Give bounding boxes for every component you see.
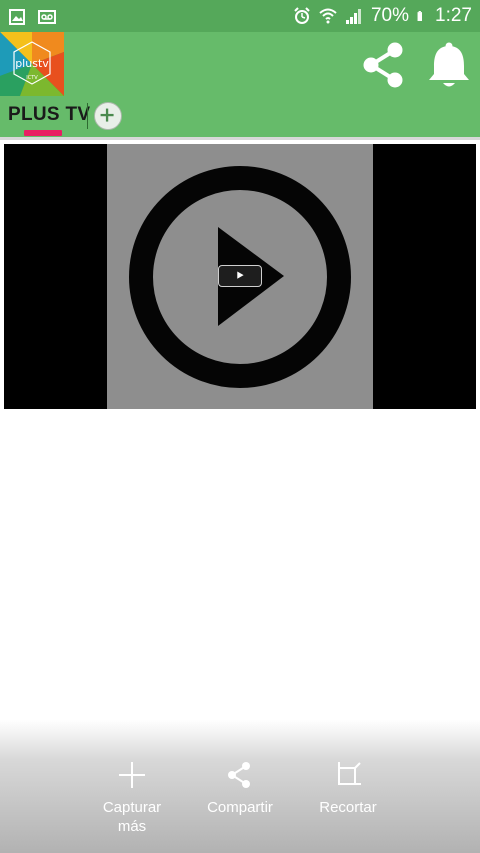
active-tab-indicator — [24, 130, 62, 136]
share-label: Compartir — [207, 799, 273, 816]
share-icon — [228, 762, 250, 788]
voicemail-icon — [38, 10, 56, 24]
crop-button[interactable]: Recortar — [312, 760, 384, 817]
gallery-icon — [9, 9, 25, 25]
plus-icon — [100, 108, 114, 122]
battery-icon — [417, 11, 423, 21]
plustv-logo[interactable]: plustv ICTV — [0, 32, 64, 96]
tab-separator — [87, 103, 88, 129]
plus-icon — [119, 762, 145, 788]
video-player[interactable] — [4, 144, 476, 409]
svg-text:ICTV: ICTV — [26, 75, 38, 81]
capture-more-label: Capturar más — [102, 799, 162, 835]
status-time: 1:27 — [435, 5, 472, 26]
share-button[interactable]: Compartir — [200, 760, 280, 817]
tab-label: PLUS TV — [8, 104, 91, 125]
wifi-icon — [319, 8, 337, 24]
crop-label: Recortar — [319, 799, 377, 816]
play-button[interactable] — [218, 265, 262, 287]
svg-text:plustv: plustv — [15, 57, 49, 70]
alarm-icon — [294, 7, 310, 24]
bell-icon[interactable] — [424, 40, 474, 90]
battery-percent: 70% — [370, 5, 410, 26]
screenshot-toolbar: Capturar más Compartir Recortar — [0, 720, 480, 853]
signal-icon — [345, 9, 361, 24]
play-button-icon — [237, 271, 244, 279]
appbar-divider — [0, 137, 480, 140]
app-bar: plustv ICTV PLUS TV — [0, 32, 480, 137]
share-icon[interactable] — [359, 40, 409, 90]
tab-bar: PLUS TV — [0, 97, 480, 137]
capture-more-button[interactable]: Capturar más — [96, 760, 168, 836]
status-bar: 70% 1:27 — [0, 0, 480, 32]
crop-icon — [338, 762, 361, 785]
add-tab-button[interactable] — [94, 102, 122, 130]
